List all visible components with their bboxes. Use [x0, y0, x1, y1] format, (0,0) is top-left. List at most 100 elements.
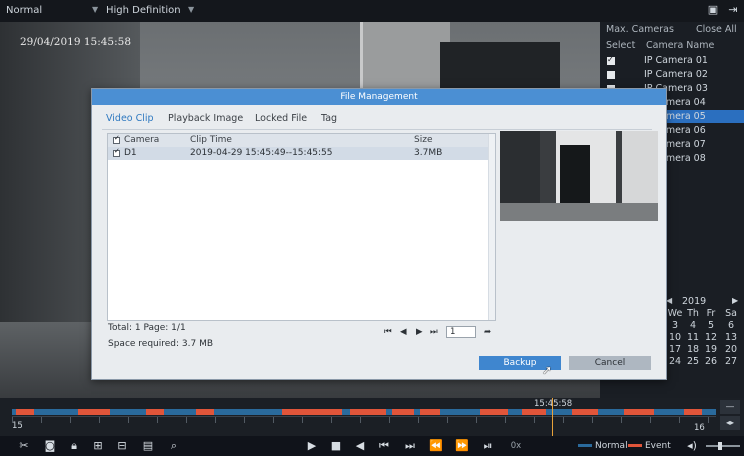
stream-quality-select[interactable]: High Definition	[106, 5, 181, 16]
column-size: Size	[414, 135, 433, 145]
step-back-icon[interactable]: ⏮	[376, 438, 392, 454]
timeline-event-segment	[420, 409, 440, 415]
clip-icon[interactable]: ✂	[16, 438, 32, 454]
timeline-tick	[157, 417, 158, 423]
next-frame-icon[interactable]: ⏯	[480, 438, 496, 454]
calendar-day[interactable]: 13	[722, 332, 740, 343]
reverse-play-icon[interactable]: ◀	[352, 438, 368, 454]
next-page-icon[interactable]: ▶	[416, 327, 423, 337]
timeline-tick	[592, 417, 593, 423]
space-required-info: Space required: 3.7 MB	[108, 339, 214, 349]
zoom-out-icon[interactable]: ◂▸	[720, 416, 740, 430]
stop-icon[interactable]: ■	[328, 438, 344, 454]
calendar-day[interactable]: 24	[666, 356, 684, 367]
slow-icon[interactable]: ⏪	[428, 438, 444, 454]
timeline-tick	[215, 417, 216, 423]
timeline-event-segment	[196, 409, 214, 415]
tab-tag[interactable]: Tag	[321, 113, 337, 124]
timeline-tick	[41, 417, 42, 423]
calendar-day[interactable]: 10	[666, 332, 684, 343]
calendar-day[interactable]: 6	[722, 320, 740, 331]
calendar-weekday: Sa	[725, 308, 737, 319]
page-input[interactable]: 1	[446, 326, 476, 338]
calendar-day[interactable]: 25	[684, 356, 702, 367]
legend-event-swatch	[628, 444, 642, 447]
timeline-tick	[302, 417, 303, 423]
go-page-icon[interactable]: ➦	[484, 327, 491, 337]
tag-add-icon[interactable]: ⊞	[90, 438, 106, 454]
step-forward-icon[interactable]: ⏭	[402, 438, 418, 454]
select-all-checkbox[interactable]	[113, 134, 120, 144]
timeline-event-segment	[78, 409, 110, 415]
exit-icon[interactable]: ⇥	[726, 3, 740, 17]
save-icon[interactable]: ▤	[140, 438, 156, 454]
zoom-icon[interactable]: ⌕	[166, 438, 182, 454]
close-all-button[interactable]: Close All	[696, 22, 737, 37]
timeline-track[interactable]	[12, 409, 716, 415]
calendar-day[interactable]: 4	[684, 320, 702, 331]
max-cameras-button[interactable]: Max. Cameras	[606, 22, 674, 37]
timeline-event-segment	[146, 409, 164, 415]
play-icon[interactable]: ▶	[304, 438, 320, 454]
calendar-day[interactable]: 20	[722, 344, 740, 355]
timeline-tick	[70, 417, 71, 423]
window-icon[interactable]: ▣	[706, 3, 720, 17]
bottom-toolbar: ✂ ◙ 🔒︎ ⊞ ⊟ ▤ ⌕ ▶ ■ ◀ ⏮ ⏭ ⏪ ⏩ ⏯ 0x Normal…	[0, 436, 744, 456]
legend-normal-label: Normal	[595, 441, 628, 451]
tab-playback-image[interactable]: Playback Image	[168, 113, 243, 124]
calendar-day[interactable]: 11	[684, 332, 702, 343]
volume-icon[interactable]: ◂)	[684, 438, 700, 454]
timeline-cursor[interactable]	[552, 398, 553, 436]
total-page-info: Total: 1 Page: 1/1	[108, 323, 186, 333]
timeline-tick	[12, 417, 13, 423]
column-clip-time: Clip Time	[190, 135, 232, 145]
volume-slider[interactable]	[706, 442, 740, 450]
calendar-day[interactable]: 12	[702, 332, 720, 343]
tag-edit-icon[interactable]: ⊟	[114, 438, 130, 454]
calendar-day[interactable]: 3	[666, 320, 684, 331]
table-row[interactable]: D1 2019-04-29 15:45:49--15:45:55 3.7MB	[108, 147, 495, 160]
calendar-day[interactable]: 27	[722, 356, 740, 367]
camera-row[interactable]: IP Camera 02	[600, 68, 744, 81]
timeline-scale: 15 16	[12, 416, 716, 434]
timeline-right-label: 16	[694, 423, 705, 433]
calendar-year: 2019	[682, 296, 707, 307]
calendar-day[interactable]: 18	[684, 344, 702, 355]
timeline-tick	[389, 417, 390, 423]
row-checkbox[interactable]	[113, 147, 120, 157]
tab-locked-file[interactable]: Locked File	[255, 113, 307, 124]
calendar-day[interactable]: 19	[702, 344, 720, 355]
cancel-button[interactable]: Cancel	[569, 356, 651, 370]
calendar-day[interactable]: 17	[666, 344, 684, 355]
timeline-event-segment	[684, 409, 702, 415]
calendar-day[interactable]: 5	[702, 320, 720, 331]
first-page-icon[interactable]: ⏮	[384, 327, 392, 337]
zoom-in-icon[interactable]: ―	[720, 400, 740, 414]
camera-name: IP Camera 02	[644, 69, 708, 80]
prev-page-icon[interactable]: ◀	[400, 327, 407, 337]
last-page-icon[interactable]: ⏭	[430, 327, 438, 337]
view-mode-select[interactable]: Normal	[6, 5, 42, 16]
row-camera: D1	[124, 148, 137, 158]
camera-row[interactable]: IP Camera 01	[600, 53, 744, 67]
timeline-tick	[273, 417, 274, 423]
preview-scene-doorway	[560, 145, 590, 205]
chevron-down-icon[interactable]: ▼	[188, 5, 194, 14]
tab-video-clip[interactable]: Video Clip	[106, 113, 154, 124]
list-scrollbar[interactable]	[488, 134, 495, 320]
timeline-event-segment	[392, 409, 414, 415]
chevron-down-icon[interactable]: ▼	[92, 5, 98, 14]
fast-icon[interactable]: ⏩	[454, 438, 470, 454]
camera-select-checkbox[interactable]	[607, 53, 615, 66]
clip-list: Camera Clip Time Size D1 2019-04-29 15:4…	[107, 133, 496, 321]
volume-knob[interactable]	[718, 442, 722, 450]
calendar-day[interactable]: 26	[702, 356, 720, 367]
snapshot-icon[interactable]: ◙	[42, 438, 58, 454]
lock-icon[interactable]: 🔒︎	[66, 438, 82, 454]
timeline-tick	[476, 417, 477, 423]
timeline-tick	[447, 417, 448, 423]
next-year-icon[interactable]: ▶	[732, 296, 738, 305]
camera-select-checkbox[interactable]	[607, 71, 615, 79]
timeline[interactable]: 15:45:58 15 16 ― ◂▸	[0, 398, 744, 436]
playback-screen: Normal ▼ High Definition ▼ ▣ ⇥ 29/04/201…	[0, 0, 744, 456]
